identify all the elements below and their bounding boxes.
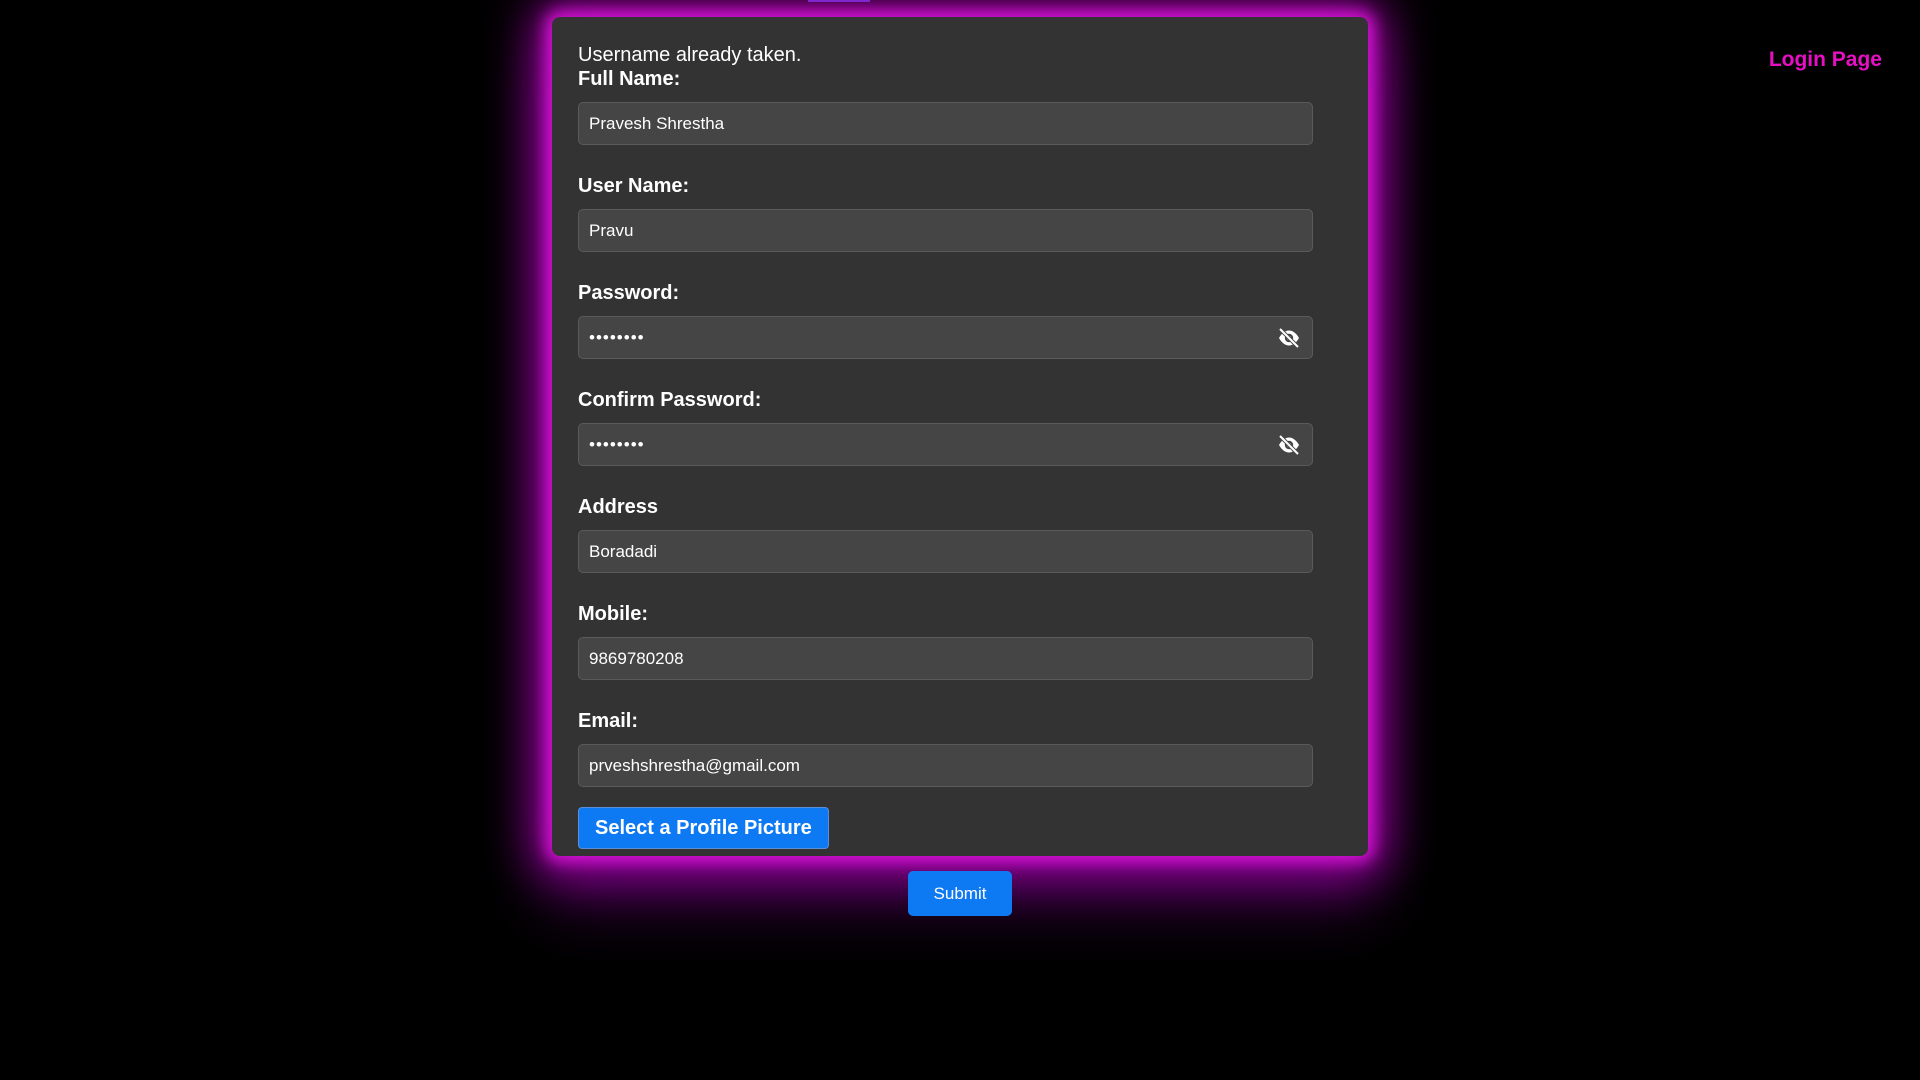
email-field-wrap: [578, 744, 1313, 787]
user-name-field-wrap: [578, 209, 1313, 252]
user-name-input[interactable]: [578, 209, 1313, 252]
user-name-label: User Name:: [578, 175, 690, 197]
full-name-input[interactable]: [578, 102, 1313, 145]
email-input[interactable]: [578, 744, 1313, 787]
eye-slash-icon[interactable]: [1277, 434, 1301, 456]
submit-row: Submit: [578, 871, 1342, 916]
mobile-label: Mobile:: [578, 603, 648, 625]
submit-button[interactable]: Submit: [908, 871, 1012, 916]
full-name-field-wrap: [578, 102, 1313, 145]
mobile-field-wrap: [578, 637, 1313, 680]
confirm-password-input[interactable]: [578, 423, 1313, 466]
login-page-link[interactable]: Login Page: [1769, 48, 1882, 72]
password-label: Password:: [578, 282, 680, 304]
confirm-password-label: Confirm Password:: [578, 389, 762, 411]
top-accent-bar: [808, 0, 870, 2]
eye-slash-icon[interactable]: [1277, 327, 1301, 349]
registration-form-card: Username already taken. Full Name: User …: [552, 17, 1368, 916]
mobile-input[interactable]: [578, 637, 1313, 680]
select-profile-picture-button[interactable]: Select a Profile Picture: [578, 807, 829, 849]
address-field-wrap: [578, 530, 1313, 573]
confirm-password-field-wrap: [578, 423, 1313, 466]
email-label: Email:: [578, 710, 639, 732]
error-message: Username already taken.: [578, 44, 802, 66]
password-field-wrap: [578, 316, 1313, 359]
address-label: Address: [578, 496, 659, 518]
address-input[interactable]: [578, 530, 1313, 573]
full-name-label: Full Name:: [578, 68, 681, 90]
password-input[interactable]: [578, 316, 1313, 359]
